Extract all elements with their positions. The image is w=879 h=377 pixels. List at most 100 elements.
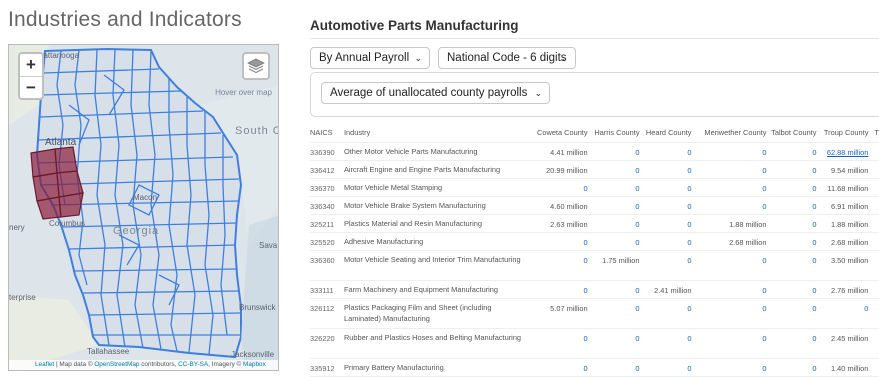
column-header[interactable]: Heard County [640, 124, 692, 142]
county-value: 0 [639, 213, 692, 232]
label-columbus: Columbus [49, 219, 86, 228]
industry-name: Motor Vehicle Metal Stamping [343, 177, 522, 196]
column-header[interactable]: Industry [344, 124, 522, 142]
table-row[interactable]: 336340 Motor Vehicle Brake System Manufac… [310, 195, 879, 214]
county-value: 0 [691, 177, 767, 196]
column-header[interactable]: Meriwether County [692, 124, 766, 142]
county-value: 0 [521, 231, 588, 250]
county-map[interactable]: + − Hover over map hattanooga Atlanta Co… [8, 44, 279, 371]
leaflet-link[interactable]: Leaflet [35, 361, 54, 368]
label-savannah: Sava [259, 241, 278, 250]
naics-code: 336340 [310, 195, 344, 214]
zoom-control: + − [18, 52, 44, 100]
county-value: 1.75 million [587, 249, 640, 280]
osm-link[interactable]: OpenStreetMap [94, 361, 139, 368]
county-value: 0 [691, 327, 767, 358]
metric-select[interactable]: By Annual Payroll ⌄ [310, 47, 430, 69]
county-value: 0 [691, 141, 767, 160]
highlighted-counties [30, 146, 84, 220]
county-value: 0 [521, 177, 588, 196]
zoom-in-button[interactable]: + [20, 54, 42, 76]
county-value[interactable]: 62.88 million [816, 141, 869, 160]
chevron-down-icon: ⌄ [534, 88, 542, 98]
county-value: 0 [587, 327, 640, 358]
code-select[interactable]: National Code - 6 digits ⌄ [438, 47, 576, 69]
county-value: 0 [766, 231, 817, 250]
industry-table: NAICS Industry Coweta County Harris County H… [310, 124, 879, 377]
divider [310, 38, 879, 39]
county-value: 0 [766, 327, 817, 358]
county-value: 0 [691, 357, 767, 376]
industry-name: Motor Vehicle Seating and Interior Trim … [343, 249, 522, 280]
county-value: 0 [587, 177, 640, 196]
table-row[interactable]: 335912 Primary Battery Manufacturing 0 0 0 0 0… [310, 357, 879, 376]
county-value: 0 [639, 141, 692, 160]
county-value: 2.63 million [521, 213, 588, 232]
county-value: 20.99 million [521, 159, 588, 178]
table-row[interactable]: 336370 Motor Vehicle Metal Stamping 0 0 0 0 0 1… [310, 177, 879, 196]
label-atlanta: Atlanta [45, 137, 77, 148]
column-header[interactable]: Harris County [588, 124, 639, 142]
county-value: 0 [766, 195, 817, 214]
layers-icon [247, 58, 265, 74]
table-row[interactable]: 336412 Aircraft Engine and Engine Parts M… [310, 159, 879, 178]
naics-code: 326112 [310, 297, 344, 328]
chevron-down-icon: ⌄ [560, 53, 568, 63]
county-value: 0 [587, 231, 640, 250]
county-value: 2.68 million [691, 231, 767, 250]
chevron-down-icon: ⌄ [414, 53, 422, 63]
column-header[interactable]: T [868, 124, 879, 142]
column-header[interactable]: NAICS [310, 124, 344, 142]
county-value: 0 [521, 327, 588, 358]
county-value: 5.07 million [521, 297, 588, 328]
county-value: 1.88 million [691, 213, 767, 232]
county-value: 0 [766, 213, 817, 232]
column-header[interactable]: Talbot County [766, 124, 816, 142]
label-south-carolina: South Ca [235, 125, 278, 137]
county-value: 0 [639, 357, 692, 376]
aggregation-select[interactable]: Average of unallocated county payrolls ⌄ [321, 82, 550, 104]
label-terprise: terprise [9, 293, 36, 302]
county-value: 0 [639, 297, 692, 328]
mapbox-link[interactable]: Mapbox [243, 361, 266, 368]
label-chattanooga: hattanooga [39, 51, 80, 60]
table-row[interactable]: 333111 Farm Machinery and Equipment Manuf… [310, 279, 879, 298]
label-jacksonville: Jacksonville [231, 350, 275, 359]
county-value: 0 [766, 279, 817, 298]
county-value: 0 [587, 159, 640, 178]
county-value: 3.50 million [816, 249, 869, 280]
label-macon: Macon [133, 193, 158, 202]
hover-hint: Hover over map [215, 88, 272, 97]
label-brunswick: Brunswick [239, 303, 276, 312]
column-header[interactable]: Coweta County [522, 124, 588, 142]
table-row[interactable]: 325520 Adhesive Manufacturing 0 0 0 2.68 mill… [310, 231, 879, 250]
county-value: 0 [587, 141, 640, 160]
county-value: 0 [691, 297, 767, 328]
table-row[interactable]: 326112 Plastics Packaging Film and Sheet … [310, 297, 879, 328]
table-row[interactable]: 325211 Plastics Material and Resin Manufa… [310, 213, 879, 232]
naics-code: 325520 [310, 231, 344, 250]
zoom-out-button[interactable]: − [20, 76, 42, 98]
label-nery: nery [9, 223, 25, 232]
naics-code: 336360 [310, 249, 344, 280]
naics-code: 336390 [310, 141, 344, 160]
table-row[interactable]: 336390 Other Motor Vehicle Parts Manufact… [310, 141, 879, 160]
layers-button[interactable] [242, 52, 270, 80]
naics-code: 325211 [310, 213, 344, 232]
county-value: 4.60 million [521, 195, 588, 214]
industry-name: Plastics Material and Resin Manufacturin… [343, 213, 522, 232]
table-row[interactable]: 336360 Motor Vehicle Seating and Interior… [310, 249, 879, 280]
industry-name: Rubber and Plastics Hoses and Belting Ma… [343, 327, 522, 358]
county-value: 0 [766, 177, 817, 196]
table-row[interactable]: 326220 Rubber and Plastics Hoses and Belt… [310, 327, 879, 358]
county-value: 1.88 million [816, 213, 869, 232]
column-header[interactable]: Troup County [816, 124, 869, 142]
county-value: 0 [766, 297, 817, 328]
county-value: 0 [691, 249, 767, 280]
county-value: 0 [766, 159, 817, 178]
county-value: 0 [521, 279, 588, 298]
county-value: 0 [587, 195, 640, 214]
license-link[interactable]: CC-BY-SA [178, 361, 208, 368]
industry-name: Motor Vehicle Brake System Manufacturing [343, 195, 522, 214]
industry-name: Aircraft Engine and Engine Parts Manufac… [343, 159, 522, 178]
